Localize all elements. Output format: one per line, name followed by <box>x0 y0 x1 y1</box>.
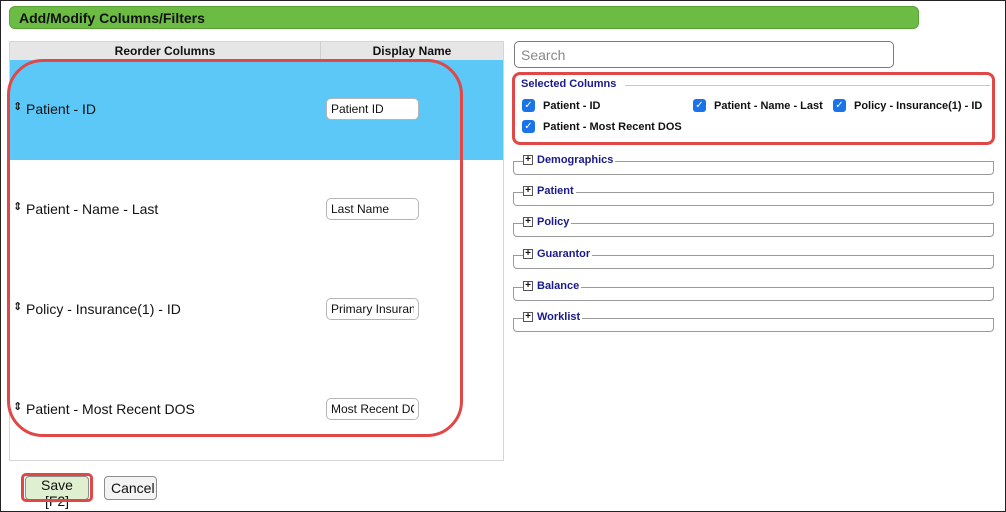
group-label: Balance <box>537 280 580 292</box>
group-label: Policy <box>537 216 570 228</box>
group-label: Guarantor <box>537 248 591 260</box>
checkbox-checked-icon[interactable]: ✓ <box>693 99 706 112</box>
expand-icon[interactable]: + <box>523 312 533 322</box>
group-box <box>513 192 994 206</box>
checkbox-checked-icon[interactable]: ✓ <box>522 120 535 133</box>
group-worklist[interactable]: + Worklist <box>523 311 583 323</box>
columns-grid: Reorder Columns Display Name ⇕ Patient -… <box>9 41 504 461</box>
expand-icon[interactable]: + <box>523 186 533 196</box>
expand-icon[interactable]: + <box>523 155 533 165</box>
divider <box>625 85 990 86</box>
group-guarantor[interactable]: + Guarantor <box>523 248 593 260</box>
cancel-button[interactable]: Cancel <box>104 476 157 500</box>
display-name-input[interactable] <box>326 198 419 220</box>
save-button[interactable]: Save [F2] <box>25 476 89 509</box>
group-balance[interactable]: + Balance <box>523 280 582 292</box>
display-name-input[interactable] <box>326 398 419 420</box>
display-name-input[interactable] <box>326 298 419 320</box>
column-row[interactable]: ⇕ Patient - Name - Last <box>10 160 503 260</box>
checkbox-label: Patient - Name - Last <box>714 99 823 112</box>
group-label: Worklist <box>537 311 581 323</box>
group-patient[interactable]: + Patient <box>523 185 576 197</box>
display-name-header: Display Name <box>321 42 503 60</box>
group-box <box>513 318 994 332</box>
dialog-title: Add/Modify Columns/Filters <box>9 6 919 29</box>
checkbox-label: Patient - ID <box>543 99 601 112</box>
selected-column-checkbox[interactable]: ✓ Patient - ID <box>522 99 600 112</box>
checkbox-checked-icon[interactable]: ✓ <box>522 99 535 112</box>
drag-handle-icon[interactable]: ⇕ <box>13 300 22 313</box>
selected-column-checkbox[interactable]: ✓ Policy - Insurance(1) - ID <box>833 99 982 112</box>
expand-icon[interactable]: + <box>523 249 533 259</box>
column-label: Patient - ID <box>26 101 97 117</box>
drag-handle-icon[interactable]: ⇕ <box>13 200 22 213</box>
group-label: Demographics <box>537 154 614 166</box>
checkbox-label: Patient - Most Recent DOS <box>543 120 682 133</box>
group-box <box>513 223 994 237</box>
group-label: Patient <box>537 185 574 197</box>
group-box <box>513 287 994 301</box>
column-label: Patient - Most Recent DOS <box>26 401 195 417</box>
search-input[interactable] <box>514 41 894 68</box>
column-row[interactable]: ⇕ Patient - Most Recent DOS <box>10 360 503 460</box>
expand-icon[interactable]: + <box>523 217 533 227</box>
selected-columns-title: Selected Columns <box>521 78 617 90</box>
column-row[interactable]: ⇕ Policy - Insurance(1) - ID <box>10 260 503 360</box>
group-demographics[interactable]: + Demographics <box>523 154 616 166</box>
expand-icon[interactable]: + <box>523 281 533 291</box>
selected-columns-panel: Selected Columns ✓ Patient - ID ✓ Patien… <box>512 72 995 145</box>
group-policy[interactable]: + Policy <box>523 216 572 228</box>
column-label: Policy - Insurance(1) - ID <box>26 301 181 317</box>
checkbox-label: Policy - Insurance(1) - ID <box>854 99 983 112</box>
selected-column-checkbox[interactable]: ✓ Patient - Name - Last <box>693 99 823 112</box>
column-label: Patient - Name - Last <box>26 201 159 217</box>
dialog-window: Add/Modify Columns/Filters Reorder Colum… <box>0 0 1006 512</box>
checkbox-checked-icon[interactable]: ✓ <box>833 99 846 112</box>
drag-handle-icon[interactable]: ⇕ <box>13 100 22 113</box>
selected-column-checkbox[interactable]: ✓ Patient - Most Recent DOS <box>522 120 682 133</box>
column-row[interactable]: ⇕ Patient - ID <box>10 60 503 160</box>
display-name-input[interactable] <box>326 98 419 120</box>
reorder-columns-header: Reorder Columns <box>10 42 321 60</box>
drag-handle-icon[interactable]: ⇕ <box>13 400 22 413</box>
